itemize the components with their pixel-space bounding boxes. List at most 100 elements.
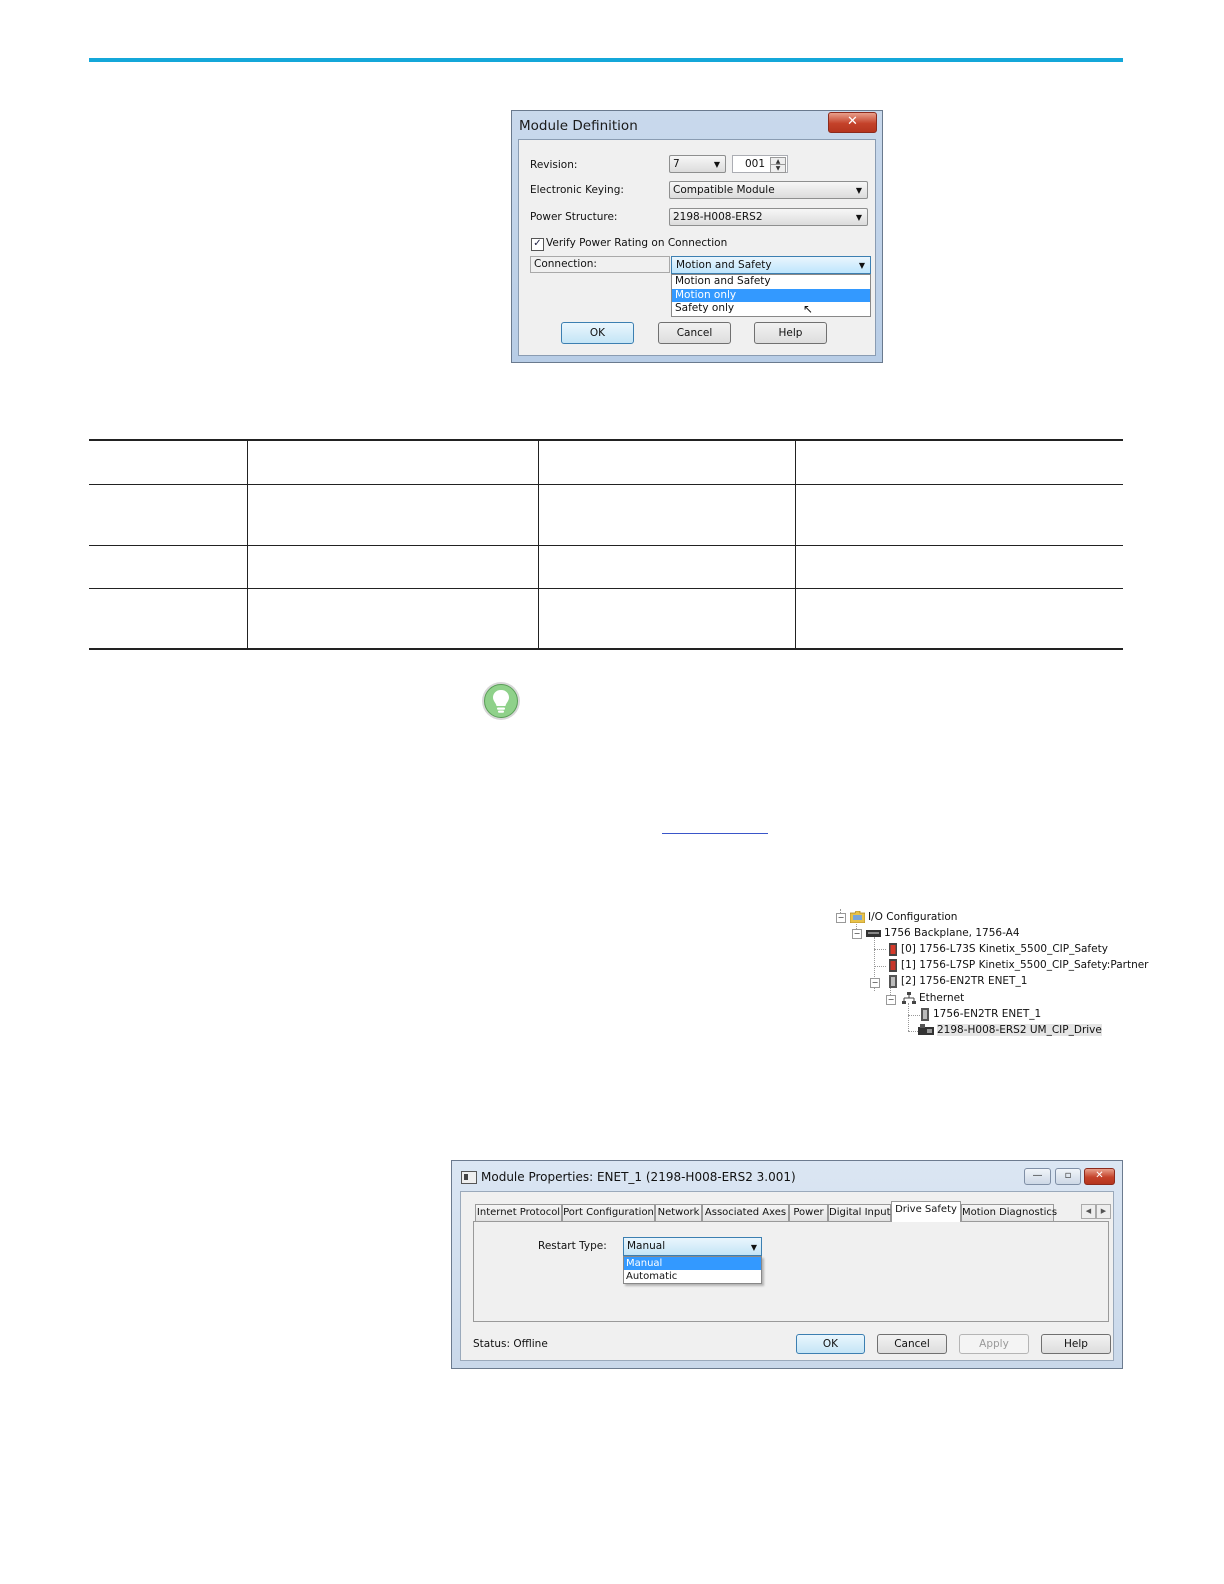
ok-button[interactable]: OK bbox=[796, 1334, 865, 1354]
safety-partner-icon bbox=[889, 958, 897, 972]
specification-table bbox=[89, 439, 1123, 650]
table-cell bbox=[89, 588, 248, 649]
tab-drive-safety[interactable]: Drive Safety bbox=[891, 1201, 961, 1222]
spin-down-icon[interactable]: ▼ bbox=[770, 164, 786, 173]
table-cell bbox=[795, 545, 1123, 588]
chevron-down-icon: ▼ bbox=[855, 186, 862, 195]
tree-node-label: [0] 1756-L73S Kinetix_5500_CIP_Safety bbox=[901, 943, 1108, 955]
ok-button[interactable]: OK bbox=[561, 322, 634, 344]
power-structure-value: 2198-H008-ERS2 bbox=[673, 211, 763, 223]
module-icon bbox=[889, 974, 897, 988]
tab-scroll-left-icon[interactable]: ◀ bbox=[1081, 1204, 1096, 1219]
properties-body: Internet Protocol Port Configuration Net… bbox=[460, 1191, 1114, 1361]
revision-minor-spinner[interactable]: 001 ▲ ▼ bbox=[732, 155, 788, 173]
collapse-icon[interactable]: − bbox=[852, 929, 862, 939]
window-title: Module Properties: ENET_1 (2198-H008-ERS… bbox=[481, 1170, 796, 1184]
tree-node-io-configuration[interactable]: I/O Configuration bbox=[850, 909, 957, 925]
restart-type-select[interactable]: Manual ▼ bbox=[623, 1237, 762, 1256]
restart-option-manual[interactable]: Manual bbox=[624, 1257, 761, 1270]
table-cell bbox=[795, 440, 1123, 484]
tab-associated-axes[interactable]: Associated Axes bbox=[702, 1204, 789, 1221]
io-configuration-tree: − I/O Configuration − 1756 Backplane, 17… bbox=[836, 909, 1149, 1044]
minimize-button[interactable]: — bbox=[1024, 1168, 1051, 1185]
table-row bbox=[89, 588, 1123, 649]
keying-value: Compatible Module bbox=[673, 184, 775, 196]
tab-network[interactable]: Network bbox=[655, 1204, 702, 1221]
table-cell bbox=[538, 545, 796, 588]
hyperlink-underline[interactable] bbox=[662, 833, 768, 834]
tree-node-drive[interactable]: 2198-H008-ERS2 UM_CIP_Drive bbox=[918, 1022, 1102, 1038]
connection-select[interactable]: Motion and Safety ▼ bbox=[671, 256, 871, 274]
close-button[interactable]: ✕ bbox=[828, 112, 877, 133]
table-cell bbox=[89, 545, 248, 588]
dialog-body: Revision: 7 ▼ 001 ▲ ▼ Electronic Keying:… bbox=[518, 139, 876, 356]
cancel-button[interactable]: Cancel bbox=[658, 322, 731, 344]
tab-internet-protocol[interactable]: Internet Protocol bbox=[475, 1204, 562, 1221]
collapse-icon[interactable]: − bbox=[836, 913, 846, 923]
keying-select[interactable]: Compatible Module ▼ bbox=[669, 181, 868, 199]
apply-button[interactable]: Apply bbox=[959, 1334, 1029, 1354]
restart-option-automatic[interactable]: Automatic bbox=[624, 1270, 761, 1283]
lightbulb-tip-icon bbox=[482, 682, 520, 720]
power-structure-label: Power Structure: bbox=[530, 211, 618, 223]
drive-safety-panel: Restart Type: Manual ▼ Manual Automatic bbox=[473, 1221, 1109, 1322]
restart-type-dropdown-list: Manual Automatic bbox=[623, 1256, 762, 1284]
power-structure-select[interactable]: 2198-H008-ERS2 ▼ bbox=[669, 208, 868, 226]
cancel-button[interactable]: Cancel bbox=[877, 1334, 947, 1354]
connection-label: Connection: bbox=[530, 256, 670, 273]
tree-node-ethernet[interactable]: Ethernet bbox=[902, 990, 964, 1006]
module-definition-dialog: Module Definition ✕ Revision: 7 ▼ 001 ▲ … bbox=[511, 110, 883, 363]
table-row bbox=[89, 545, 1123, 588]
chevron-down-icon: ▼ bbox=[858, 261, 865, 270]
connection-option-safety-only[interactable]: Safety only bbox=[672, 302, 870, 316]
tree-node-safety-partner[interactable]: [1] 1756-L7SP Kinetix_5500_CIP_Safety:Pa… bbox=[888, 957, 1149, 973]
table-cell bbox=[247, 440, 539, 484]
table-cell bbox=[795, 484, 1123, 545]
tab-scroll-right-icon[interactable]: ▶ bbox=[1096, 1204, 1111, 1219]
connection-dropdown-list: Motion and Safety Motion only Safety onl… bbox=[671, 274, 871, 317]
table-header-row bbox=[89, 440, 1123, 484]
table-cell bbox=[538, 440, 796, 484]
connection-option-motion-and-safety[interactable]: Motion and Safety bbox=[672, 275, 870, 289]
tree-node-label: I/O Configuration bbox=[868, 911, 958, 923]
revision-major-value: 7 bbox=[673, 158, 680, 170]
tab-motion-diagnostics[interactable]: Motion Diagnostics bbox=[961, 1204, 1057, 1221]
table-cell bbox=[89, 440, 248, 484]
maximize-button[interactable]: ▫ bbox=[1055, 1168, 1081, 1185]
tab-port-configuration[interactable]: Port Configuration bbox=[562, 1204, 655, 1221]
tree-node-label: [1] 1756-L7SP Kinetix_5500_CIP_Safety:Pa… bbox=[901, 959, 1149, 971]
tree-node-en2tr-child[interactable]: 1756-EN2TR ENET_1 bbox=[920, 1006, 1041, 1022]
table-cell bbox=[247, 484, 539, 545]
connection-value: Motion and Safety bbox=[676, 259, 772, 271]
chevron-down-icon: ▼ bbox=[855, 213, 862, 222]
table-cell bbox=[89, 484, 248, 545]
connection-option-motion-only[interactable]: Motion only bbox=[672, 288, 870, 302]
table-cell bbox=[247, 545, 539, 588]
collapse-icon[interactable]: − bbox=[870, 978, 880, 988]
revision-major-select[interactable]: 7 ▼ bbox=[669, 155, 726, 173]
verify-label: Verify Power Rating on Connection bbox=[546, 237, 728, 249]
close-button[interactable]: ✕ bbox=[1084, 1168, 1115, 1185]
folder-icon bbox=[850, 911, 865, 923]
restart-type-label: Restart Type: bbox=[538, 1240, 607, 1252]
table-cell bbox=[538, 588, 796, 649]
chevron-down-icon: ▼ bbox=[713, 160, 720, 169]
tab-power[interactable]: Power bbox=[789, 1204, 828, 1221]
dialog-title: Module Definition bbox=[519, 118, 638, 134]
tab-digital-input[interactable]: Digital Input bbox=[828, 1204, 891, 1221]
help-button[interactable]: Help bbox=[1041, 1334, 1111, 1354]
restart-type-value: Manual bbox=[627, 1240, 666, 1252]
keying-label: Electronic Keying: bbox=[530, 184, 624, 196]
table-cell bbox=[247, 588, 539, 649]
tree-node-label: 2198-H008-ERS2 UM_CIP_Drive bbox=[937, 1024, 1102, 1036]
tree-node-backplane[interactable]: 1756 Backplane, 1756-A4 bbox=[866, 925, 1020, 941]
network-icon bbox=[902, 991, 916, 1004]
verify-checkbox[interactable]: ✓ bbox=[531, 238, 544, 251]
collapse-icon[interactable]: − bbox=[886, 995, 896, 1005]
backplane-icon bbox=[866, 929, 881, 937]
help-button[interactable]: Help bbox=[754, 322, 827, 344]
tree-node-safety-controller[interactable]: [0] 1756-L73S Kinetix_5500_CIP_Safety bbox=[888, 941, 1108, 957]
tree-node-en2tr[interactable]: [2] 1756-EN2TR ENET_1 bbox=[888, 973, 1027, 989]
chevron-down-icon: ▼ bbox=[750, 1243, 757, 1252]
app-icon bbox=[461, 1171, 477, 1184]
